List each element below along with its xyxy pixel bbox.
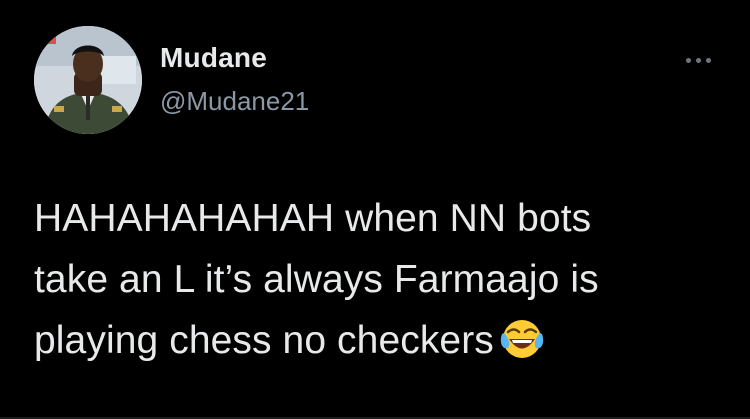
tweet-text-line: take an L it’s always Farmaajo is <box>34 258 599 301</box>
more-horizontal-icon-dot <box>705 57 711 63</box>
more-options-button[interactable] <box>678 48 718 72</box>
avatar[interactable] <box>34 26 142 134</box>
tweet-text-line: playing chess no checkers <box>34 310 724 378</box>
more-horizontal-icon-dot <box>695 57 701 63</box>
author-display-name[interactable]: Mudane <box>160 42 267 74</box>
tweet-text-line: HAHAHAHAHAH when NN bots <box>34 197 592 240</box>
tweet-card[interactable]: Mudane @Mudane21 HAHAHAHAHAH when NN bot… <box>0 0 750 419</box>
author-handle[interactable]: @Mudane21 <box>160 86 309 117</box>
avatar-image <box>34 26 142 134</box>
face-with-tears-of-joy-icon <box>500 317 544 378</box>
tweet-text: HAHAHAHAHAH when NN bots take an L it’s … <box>34 188 724 378</box>
more-horizontal-icon <box>685 57 691 63</box>
tweet-text-line-content: playing chess no checkers <box>34 319 494 362</box>
